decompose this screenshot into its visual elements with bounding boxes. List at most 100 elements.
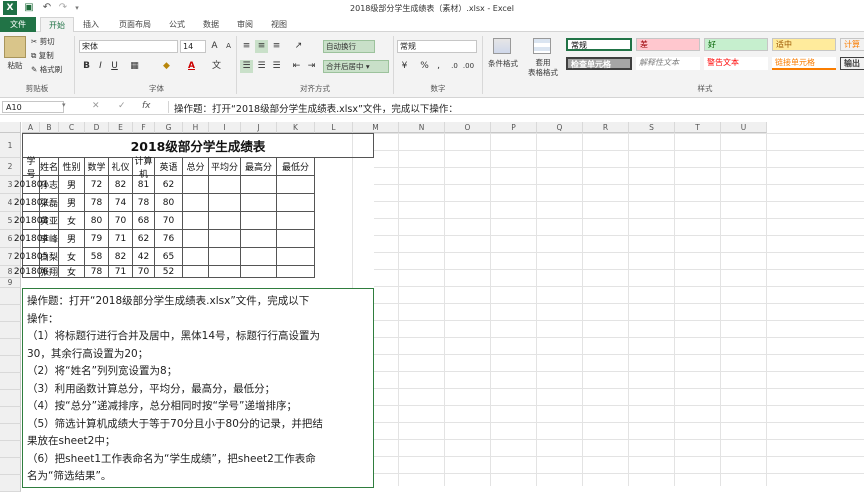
- table-cell[interactable]: 女: [59, 212, 85, 230]
- table-cell[interactable]: 71: [109, 266, 133, 278]
- column-header-S[interactable]: S: [629, 122, 675, 133]
- table-cell[interactable]: 81: [133, 176, 155, 194]
- number-format-select[interactable]: 常规: [397, 40, 477, 53]
- row-header-9[interactable]: 9: [0, 278, 21, 288]
- sheet-title-cell[interactable]: 2018级部分学生成绩表: [22, 133, 374, 158]
- table-cell[interactable]: 82: [109, 176, 133, 194]
- table-cell[interactable]: 李峰: [40, 230, 59, 248]
- table-cell[interactable]: 黄亚: [40, 212, 59, 230]
- table-cell[interactable]: [277, 194, 315, 212]
- row-header[interactable]: [0, 441, 21, 458]
- font-name-select[interactable]: 宋体: [79, 40, 178, 53]
- border-icon[interactable]: ▦: [128, 60, 141, 73]
- font-color-icon[interactable]: A: [185, 60, 198, 73]
- column-header-Q[interactable]: Q: [537, 122, 583, 133]
- column-header-E[interactable]: E: [109, 122, 133, 133]
- table-header-cell[interactable]: 性别: [59, 158, 85, 176]
- table-cell[interactable]: [183, 230, 209, 248]
- column-header-C[interactable]: C: [59, 122, 85, 133]
- table-cell[interactable]: 201802: [14, 194, 48, 212]
- style-explanatory[interactable]: 解释性文本: [636, 57, 700, 70]
- style-calculation[interactable]: 计算: [840, 38, 864, 51]
- align-bottom-icon[interactable]: ≡: [270, 40, 283, 53]
- table-cell[interactable]: [277, 212, 315, 230]
- table-cell[interactable]: 张磊: [40, 194, 59, 212]
- table-cell[interactable]: [183, 194, 209, 212]
- style-output[interactable]: 输出: [840, 57, 864, 70]
- row-header[interactable]: [0, 458, 21, 475]
- bold-button[interactable]: B: [80, 60, 93, 73]
- conditional-format-icon[interactable]: [493, 38, 511, 54]
- currency-icon[interactable]: ¥: [398, 60, 411, 73]
- table-cell[interactable]: 62: [133, 230, 155, 248]
- table-cell[interactable]: 70: [109, 212, 133, 230]
- decrease-decimal-icon[interactable]: .00: [462, 60, 475, 73]
- tab-page-layout[interactable]: 页面布局: [112, 17, 158, 32]
- table-cell[interactable]: [183, 248, 209, 266]
- font-size-select[interactable]: 14: [180, 40, 206, 53]
- formula-input[interactable]: 操作题：打开“2018级部分学生成绩表.xlsx”文件，完成以下操作：: [174, 101, 458, 115]
- align-center-icon[interactable]: ☰: [255, 60, 268, 73]
- column-header-B[interactable]: B: [40, 122, 59, 133]
- style-neutral[interactable]: 适中: [772, 38, 836, 51]
- shrink-font-icon[interactable]: A: [222, 40, 235, 53]
- table-cell[interactable]: 201803: [14, 212, 48, 230]
- column-header-R[interactable]: R: [583, 122, 629, 133]
- column-header-A[interactable]: A: [22, 122, 40, 133]
- style-warning[interactable]: 警告文本: [704, 57, 768, 70]
- row-header-2[interactable]: 2: [0, 158, 21, 176]
- column-header-K[interactable]: K: [277, 122, 315, 133]
- column-header-I[interactable]: I: [209, 122, 241, 133]
- column-header-J[interactable]: J: [241, 122, 277, 133]
- table-cell[interactable]: 65: [155, 248, 183, 266]
- table-cell[interactable]: 78: [85, 194, 109, 212]
- merge-center-button[interactable]: 合并后居中 ▾: [323, 60, 389, 73]
- underline-button[interactable]: U: [108, 60, 121, 73]
- align-right-icon[interactable]: ☰: [270, 60, 283, 73]
- table-cell[interactable]: [209, 230, 241, 248]
- tab-insert[interactable]: 插入: [76, 17, 106, 32]
- table-cell[interactable]: 张翔: [40, 266, 59, 278]
- table-cell[interactable]: 42: [133, 248, 155, 266]
- table-header-cell[interactable]: 姓名: [40, 158, 59, 176]
- table-header-cell[interactable]: 计算机: [133, 157, 155, 180]
- increase-decimal-icon[interactable]: .0: [448, 60, 461, 73]
- cut-button[interactable]: ✂ 剪切: [31, 36, 55, 47]
- table-cell[interactable]: [241, 212, 277, 230]
- table-cell[interactable]: 68: [133, 212, 155, 230]
- row-header-1[interactable]: 1: [0, 133, 21, 158]
- tab-home[interactable]: 开始: [40, 17, 74, 32]
- table-cell[interactable]: 男: [59, 176, 85, 194]
- table-cell[interactable]: 52: [155, 266, 183, 278]
- table-cell[interactable]: [277, 230, 315, 248]
- table-cell[interactable]: 82: [109, 248, 133, 266]
- table-cell[interactable]: 201804: [14, 230, 48, 248]
- cancel-icon[interactable]: ✕: [92, 101, 100, 111]
- column-header-U[interactable]: U: [721, 122, 767, 133]
- orientation-icon[interactable]: ↗: [292, 40, 305, 53]
- table-cell[interactable]: 70: [133, 266, 155, 278]
- style-good[interactable]: 好: [704, 38, 768, 51]
- style-linked-cell[interactable]: 链接单元格: [772, 57, 836, 70]
- insert-function-button[interactable]: fx: [142, 101, 151, 111]
- enter-icon[interactable]: ✓: [118, 101, 126, 111]
- column-header-M[interactable]: M: [353, 122, 399, 133]
- table-cell[interactable]: [183, 176, 209, 194]
- table-cell[interactable]: [209, 194, 241, 212]
- column-header-N[interactable]: N: [399, 122, 445, 133]
- align-left-icon[interactable]: ☰: [240, 60, 253, 73]
- tab-file[interactable]: 文件: [0, 17, 36, 32]
- tab-data[interactable]: 数据: [196, 17, 226, 32]
- row-header[interactable]: [0, 356, 21, 373]
- decrease-indent-icon[interactable]: ⇤: [290, 60, 303, 73]
- table-cell[interactable]: 71: [109, 230, 133, 248]
- table-cell[interactable]: 76: [155, 230, 183, 248]
- column-header-O[interactable]: O: [445, 122, 491, 133]
- row-header[interactable]: [0, 373, 21, 390]
- row-header[interactable]: [0, 339, 21, 356]
- table-cell[interactable]: 女: [59, 248, 85, 266]
- table-cell[interactable]: [241, 194, 277, 212]
- table-header-cell[interactable]: 总分: [183, 158, 209, 176]
- table-cell[interactable]: 72: [85, 176, 109, 194]
- table-header-cell[interactable]: 最高分: [241, 158, 277, 176]
